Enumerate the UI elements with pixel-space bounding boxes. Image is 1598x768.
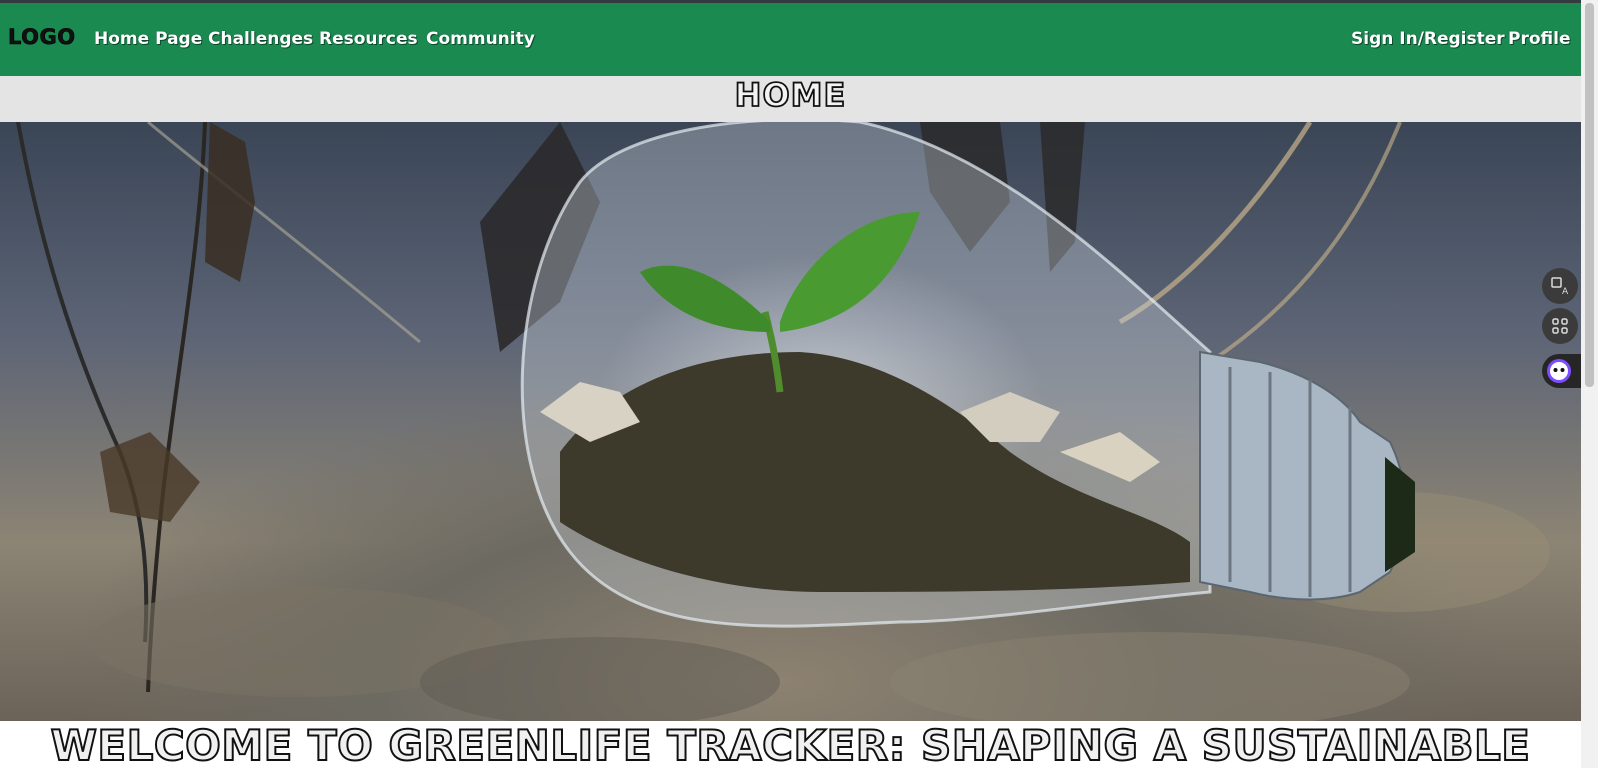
svg-text:A: A — [1562, 287, 1569, 296]
scrollbar-thumb[interactable] — [1585, 3, 1594, 387]
page-title: HOME — [734, 75, 847, 115]
nav-home-page-link[interactable]: Home Page — [94, 29, 202, 49]
nav-profile-link[interactable]: Profile — [1508, 29, 1570, 49]
nav-challenges-link[interactable]: Challenges — [208, 29, 313, 49]
assistant-button[interactable] — [1542, 354, 1582, 388]
page-title-bar: HOME — [0, 75, 1581, 122]
welcome-heading: WELCOME TO GREENLIFE TRACKER: SHAPING A … — [50, 721, 1531, 768]
site-logo[interactable]: LOGO — [8, 25, 76, 50]
apps-grid-button[interactable] — [1542, 308, 1578, 344]
apps-grid-icon — [1552, 318, 1568, 334]
nav-community-link[interactable]: Community — [426, 29, 535, 49]
welcome-section: WELCOME TO GREENLIFE TRACKER: SHAPING A … — [0, 721, 1581, 768]
assistant-face-icon — [1547, 359, 1571, 383]
hero-image — [0, 122, 1581, 721]
nav-sign-in-register-link[interactable]: Sign In/Register — [1351, 29, 1505, 49]
nav-resources-link[interactable]: Resources — [319, 29, 418, 49]
translate-button[interactable]: A — [1542, 268, 1578, 304]
translate-icon: A — [1551, 277, 1569, 296]
vertical-scrollbar[interactable] — [1581, 0, 1598, 768]
lightbulb-seedling-illustration — [16, 122, 1550, 721]
top-navbar: LOGO Home Page Challenges Resources Comm… — [0, 3, 1581, 76]
